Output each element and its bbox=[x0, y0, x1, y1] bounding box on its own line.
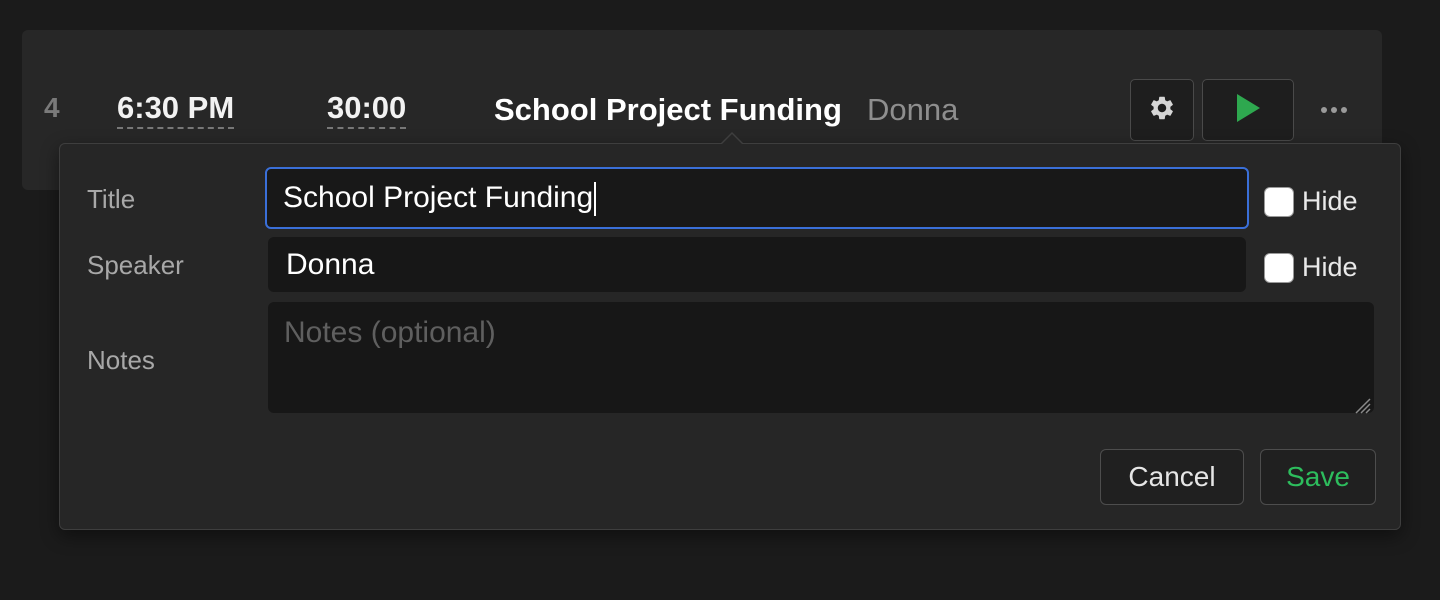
text-caret bbox=[594, 182, 597, 217]
notes-textarea[interactable]: Notes (optional) bbox=[268, 302, 1374, 414]
hide-title-checkbox[interactable] bbox=[1264, 186, 1294, 217]
resize-grip-icon[interactable] bbox=[1350, 389, 1372, 414]
more-options-button[interactable] bbox=[1314, 92, 1354, 128]
play-icon bbox=[1234, 93, 1262, 128]
duration[interactable]: 30:00 bbox=[327, 90, 407, 129]
speaker-input-value: Donna bbox=[286, 248, 375, 281]
notes-placeholder: Notes (optional) bbox=[284, 316, 496, 349]
start-time[interactable]: 6:30 PM bbox=[117, 90, 235, 129]
gear-icon bbox=[1148, 94, 1176, 127]
speaker-label: Speaker bbox=[87, 250, 184, 280]
hide-speaker-label: Hide bbox=[1302, 252, 1358, 282]
hide-speaker-toggle[interactable]: Hide bbox=[1264, 252, 1358, 283]
row-title: School Project Funding bbox=[494, 92, 842, 127]
title-input[interactable]: School Project Funding bbox=[265, 167, 1249, 229]
hide-title-toggle[interactable]: Hide bbox=[1264, 186, 1358, 217]
app-stage: 4 6:30 PM 30:00 School Project Funding D… bbox=[0, 0, 1440, 600]
notes-label: Notes bbox=[87, 345, 155, 375]
row-index: 4 bbox=[44, 92, 60, 123]
title-input-value: School Project Funding bbox=[283, 181, 594, 214]
speaker-input[interactable]: Donna bbox=[268, 237, 1246, 292]
hide-title-label: Hide bbox=[1302, 186, 1358, 216]
settings-button[interactable] bbox=[1130, 79, 1194, 141]
hide-speaker-checkbox[interactable] bbox=[1264, 252, 1294, 283]
more-horizontal-icon bbox=[1320, 101, 1348, 119]
row-speaker: Donna bbox=[867, 92, 959, 127]
save-button[interactable]: Save bbox=[1260, 449, 1376, 505]
title-label: Title bbox=[87, 184, 136, 214]
popover-arrow-fill bbox=[722, 134, 742, 144]
play-button[interactable] bbox=[1202, 79, 1294, 141]
cancel-button[interactable]: Cancel bbox=[1100, 449, 1244, 505]
